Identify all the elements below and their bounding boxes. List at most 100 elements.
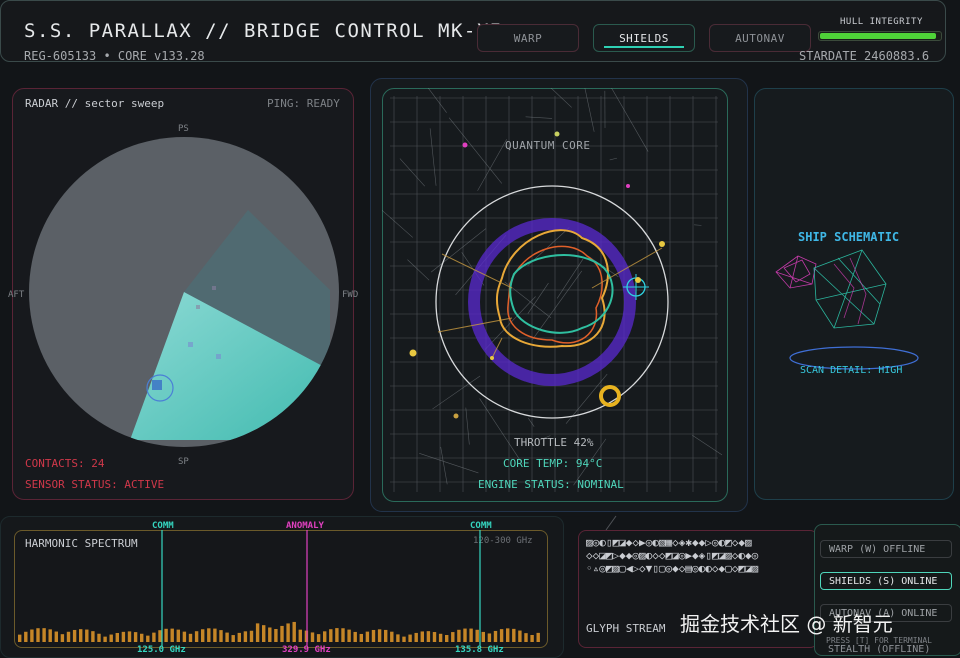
spectrum-bar [122, 632, 125, 642]
stealth-status[interactable]: STEALTH (OFFLINE) [828, 644, 930, 655]
spectrum-bar [457, 630, 460, 642]
tab-warp[interactable]: WARP [477, 24, 579, 52]
core-lattice-line [485, 297, 536, 350]
spectrum-bar [488, 633, 491, 642]
spectrum-bar [164, 629, 167, 642]
spectrum-bar [360, 634, 363, 642]
spectrum-bar [384, 630, 387, 642]
spectrum-marker-comm-2: COMM [470, 521, 492, 531]
core-lattice-line [583, 88, 595, 132]
tab-shields[interactable]: SHIELDS [593, 24, 695, 52]
spectrum-bar [213, 629, 216, 642]
spectrum-bar [91, 631, 94, 642]
spectrum-bar [280, 626, 283, 642]
spectrum-bar [524, 633, 527, 642]
warp-toggle-button[interactable]: WARP (W) OFFLINE [820, 540, 952, 558]
spectrum-bar [323, 631, 326, 642]
spectrum-bar [134, 632, 137, 642]
radar-east-label: FWD [342, 290, 358, 300]
core-lattice-line [400, 159, 425, 187]
spectrum-bar [427, 631, 430, 642]
core-lattice-line [382, 209, 413, 238]
spectrum-bar [116, 633, 119, 642]
spectrum-bar [512, 629, 515, 642]
spectrum-bar [415, 633, 418, 642]
stardate: STARDATE 2460883.6 [799, 49, 929, 63]
spectrum-bar [61, 634, 64, 642]
sensor-status: SENSOR STATUS: ACTIVE [25, 478, 164, 491]
core-lattice-line [694, 225, 701, 226]
spectrum-bar [433, 632, 436, 642]
radar-title: RADAR // sector sweep [25, 97, 164, 110]
spectrum-bar [219, 630, 222, 642]
hull-integrity-bar [818, 31, 942, 41]
spectrum-bar [445, 635, 448, 642]
spectrum-bar [79, 629, 82, 642]
scan-detail-label[interactable]: SCAN DETAIL: HIGH [800, 365, 902, 376]
spectrum-freq-comm-1: 125.0 GHz [137, 645, 186, 655]
spectrum-bar [73, 630, 76, 642]
spectrum-bar [390, 632, 393, 642]
spectrum-bar [110, 635, 113, 642]
core-lattice-line [557, 259, 583, 298]
spectrum-bar [201, 629, 204, 642]
spectrum-bar [268, 627, 271, 642]
radar-north-label: PS [178, 124, 189, 134]
spectrum-bar [476, 630, 479, 642]
spectrum-bar [518, 631, 521, 642]
glyph-stream-rows: ▨◎◐▯◩◪◆◇▶◎◐▧▦◇◈✱◆◆▷◎◐◩◇◆▨ ◇◇◪◩▷◆◆◎▨◐◇◇◩◪… [586, 536, 812, 575]
spectrum-bar [55, 632, 58, 642]
spectrum-bar [482, 632, 485, 642]
glyph-stream-label: GLYPH STREAM [586, 622, 665, 635]
spectrum-marker-anomaly: ANOMALY [286, 521, 324, 531]
engine-status: ENGINE STATUS: NOMINAL [478, 478, 624, 491]
spectrum-bar [347, 630, 350, 642]
core-lattice-line [692, 435, 722, 455]
spectrum-freq-comm-2: 135.8 GHz [455, 645, 504, 655]
core-lattice-line [608, 88, 648, 152]
spectrum-bar [317, 634, 320, 642]
contacts-count: CONTACTS: 24 [25, 457, 104, 470]
spectrum-bar [97, 634, 100, 642]
spectrum-bar [421, 631, 424, 642]
spectrum-bar [42, 628, 45, 642]
spectrum-bar [286, 623, 289, 642]
hull-integrity-label: HULL INTEGRITY [840, 17, 923, 27]
spectrum-bar [140, 634, 143, 642]
throttle-readout: THROTTLE 42% [514, 436, 593, 449]
core-lattice-line [441, 447, 448, 484]
spectrum-bar [329, 629, 332, 642]
spectrum-freq-anomaly: 329.9 GHz [282, 645, 331, 655]
tab-autonav[interactable]: AUTONAV [709, 24, 811, 52]
spectrum-bar [494, 631, 497, 642]
radar-scope[interactable]: PS SP AFT FWD [0, 0, 360, 512]
spectrum-bar [24, 632, 27, 642]
spectrum-bar [49, 629, 52, 642]
spectrum-bar [18, 635, 21, 642]
spectrum-bar [183, 632, 186, 642]
spectrum-bar [378, 629, 381, 642]
spectrum-bar [146, 636, 149, 642]
spectrum-bar [152, 633, 155, 642]
core-grid [390, 96, 718, 492]
spectrum-bar [469, 629, 472, 642]
core-lattice-line [610, 158, 617, 160]
spectrum-bar [244, 631, 247, 642]
core-lattice-line [449, 118, 502, 184]
spectrum-bar [451, 632, 454, 642]
ship-schematic-title: SHIP SCHEMATIC [798, 230, 899, 244]
spectrum-bar [530, 635, 533, 642]
quantum-core-title: QUANTUM CORE [505, 139, 590, 152]
spectrum-bar [262, 625, 265, 642]
spectrum-bar [128, 631, 131, 642]
spectrum-bar [439, 634, 442, 642]
shields-toggle-button[interactable]: SHIELDS (S) ONLINE [820, 572, 952, 590]
spectrum-bar [341, 628, 344, 642]
radar-ping-status: PING: READY [267, 97, 340, 110]
core-lattice-line [407, 260, 429, 281]
spectrum-bar [366, 632, 369, 642]
spectrum-bar [299, 630, 302, 642]
core-lattice-line [478, 139, 507, 191]
spectrum-bar [402, 637, 405, 642]
core-lattice-line [433, 376, 481, 409]
